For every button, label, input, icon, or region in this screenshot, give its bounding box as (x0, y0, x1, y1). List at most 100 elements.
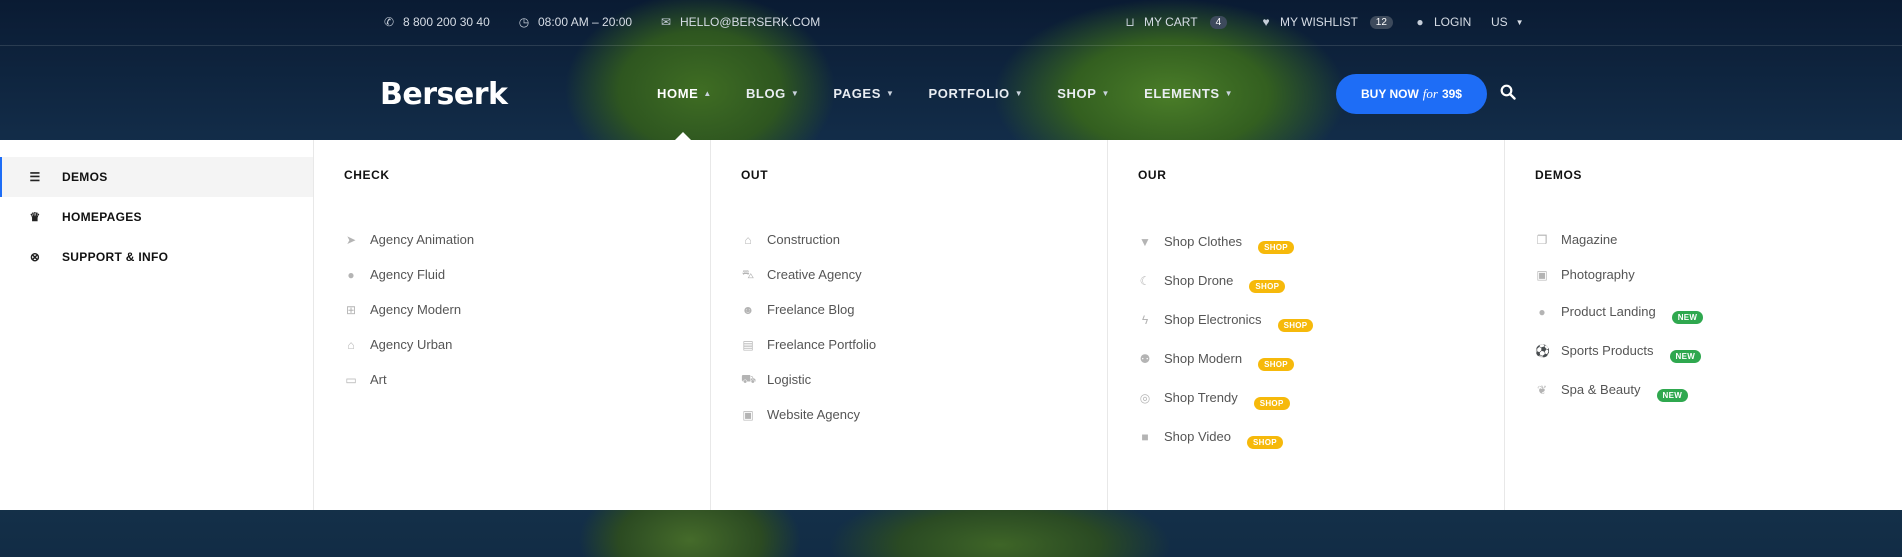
menu-link-shop-drone[interactable]: ☾ Shop Drone SHOP (1138, 261, 1504, 300)
chevron-down-icon: ▼ (1515, 17, 1524, 27)
car-icon: ⛍ (741, 266, 755, 281)
link-label: Magazine (1561, 232, 1618, 247)
clock-icon: ◷ (518, 15, 530, 29)
shop-badge: SHOP (1258, 241, 1294, 254)
main-nav: HOME ▲ BLOG ▼ PAGES ▼ PORTFOLIO ▼ SHOP ▼… (657, 86, 1267, 101)
phone-number: 8 800 200 30 40 (403, 15, 490, 29)
list-icon: ☰ (29, 170, 41, 184)
gift-icon: ⊞ (345, 302, 357, 317)
chevron-down-icon: ▼ (1014, 89, 1024, 98)
users-icon: ☻ (741, 302, 755, 317)
sidebar-item-label: HOMEPAGES (62, 210, 142, 224)
chevron-down-icon: ▼ (790, 89, 800, 98)
login-label: LOGIN (1434, 15, 1472, 29)
menu-link-creative-agency[interactable]: ⛍ Creative Agency (741, 257, 1107, 292)
link-label: Agency Fluid (370, 267, 446, 282)
menu-link-agency-fluid[interactable]: ● Agency Fluid (344, 257, 710, 292)
buy-now-for: for (1422, 86, 1438, 101)
link-label: Shop Video (1164, 429, 1231, 444)
search-icon[interactable] (1500, 84, 1516, 105)
shop-badge: SHOP (1247, 436, 1283, 449)
phone-contact[interactable]: ✆ 8 800 200 30 40 (383, 15, 490, 29)
leaf-icon: ❦ (1536, 382, 1548, 397)
menu-link-shop-trendy[interactable]: ◎ Shop Trendy SHOP (1138, 378, 1504, 417)
menu-link-agency-modern[interactable]: ⊞ Agency Modern (344, 292, 710, 327)
menu-link-freelance-blog[interactable]: ☻ Freelance Blog (741, 292, 1107, 327)
menu-column-out: OUT ⌂ Construction ⛍ Creative Agency ☻ Free… (711, 140, 1108, 510)
link-label: Art (370, 372, 387, 387)
link-label: Photography (1561, 267, 1635, 282)
link-label: Spa & Beauty (1561, 382, 1641, 397)
email-contact[interactable]: ✉ HELLO@BERSERK.COM (660, 15, 820, 29)
sidebar-item-homepages[interactable]: ♛ HOMEPAGES (0, 197, 313, 237)
menu-column-demos: DEMOS ❐ Magazine ▣ Photography ● Product La… (1505, 140, 1902, 510)
link-label: Shop Clothes (1164, 234, 1243, 249)
nav-portfolio[interactable]: PORTFOLIO ▼ (929, 86, 1024, 101)
login-link[interactable]: ● LOGIN (1414, 15, 1471, 29)
heart-icon: ♥ (1262, 15, 1270, 29)
menu-link-product-landing[interactable]: ● Product Landing NEW (1535, 292, 1902, 331)
nav-elements[interactable]: ELEMENTS ▼ (1144, 86, 1233, 101)
menu-link-freelance-portfolio[interactable]: ▤ Freelance Portfolio (741, 327, 1107, 362)
link-label: Shop Drone (1164, 273, 1234, 288)
wishlist-label: MY WISHLIST (1280, 15, 1358, 29)
nav-blog-label: BLOG (745, 86, 786, 101)
link-label: Agency Modern (370, 302, 462, 317)
nav-pages[interactable]: PAGES ▼ (833, 86, 894, 101)
menu-link-shop-modern[interactable]: ⚉ Shop Modern SHOP (1138, 339, 1504, 378)
menu-link-photography[interactable]: ▣ Photography (1535, 257, 1902, 292)
nav-shop[interactable]: SHOP ▼ (1057, 86, 1110, 101)
wishlist-link[interactable]: ♥ MY WISHLIST 12 (1260, 15, 1393, 29)
site-logo[interactable]: Berserk (380, 77, 508, 112)
nav-home[interactable]: HOME ▲ (657, 86, 712, 101)
menu-link-spa-beauty[interactable]: ❦ Spa & Beauty NEW (1535, 370, 1902, 409)
user-icon: ● (1416, 15, 1424, 29)
menu-link-magazine[interactable]: ❐ Magazine (1535, 222, 1902, 257)
chevron-down-icon: ▼ (1101, 89, 1111, 98)
link-label: Freelance Blog (767, 302, 855, 317)
hours-text: 08:00 AM – 20:00 (538, 15, 633, 29)
column-heading: DEMOS (1535, 168, 1583, 182)
menu-link-sports-products[interactable]: ⚽ Sports Products NEW (1535, 331, 1902, 370)
mega-menu: ☰ DEMOS ♛ HOMEPAGES ⊗ SUPPORT & INFO CHE… (0, 140, 1902, 510)
language-selector[interactable]: US ▼ (1491, 15, 1524, 29)
opening-hours: ◷ 08:00 AM – 20:00 (518, 15, 632, 29)
basket-icon: ⊔ (1125, 15, 1135, 29)
document-icon: ▤ (742, 337, 754, 352)
nav-blog[interactable]: BLOG ▼ (746, 86, 799, 101)
cart-count-badge: 4 (1209, 15, 1228, 29)
link-label: Freelance Portfolio (767, 337, 877, 352)
cart-link[interactable]: ⊔ MY CART 4 (1124, 15, 1228, 29)
link-label: Agency Animation (370, 232, 475, 247)
wishlist-count-badge: 12 (1369, 15, 1393, 29)
language-value: US (1491, 15, 1508, 29)
menu-link-art[interactable]: ▭ Art (344, 362, 710, 397)
sidebar-item-label: SUPPORT & INFO (62, 250, 169, 264)
moon-icon: ☾ (1139, 273, 1151, 288)
sidebar-item-support[interactable]: ⊗ SUPPORT & INFO (0, 237, 313, 277)
menu-link-logistic[interactable]: ⛟ Logistic (741, 362, 1107, 397)
sidebar-item-demos[interactable]: ☰ DEMOS (0, 157, 313, 197)
menu-link-agency-animation[interactable]: ➤ Agency Animation (344, 222, 710, 257)
menu-link-shop-clothes[interactable]: ▼ Shop Clothes SHOP (1138, 222, 1504, 261)
menu-link-construction[interactable]: ⌂ Construction (741, 222, 1107, 257)
link-label: Website Agency (767, 407, 860, 422)
cart-label: MY CART (1144, 15, 1198, 29)
menu-link-shop-electronics[interactable]: ϟ Shop Electronics SHOP (1138, 300, 1504, 339)
video-camera-icon: ■ (1141, 429, 1149, 444)
chevron-up-icon: ▲ (703, 89, 712, 98)
link-label: Sports Products (1561, 343, 1654, 358)
menu-link-shop-video[interactable]: ■ Shop Video SHOP (1138, 417, 1504, 456)
top-bar: ✆ 8 800 200 30 40 ◷ 08:00 AM – 20:00 ✉ H… (0, 0, 1902, 46)
droplet-icon: ● (347, 267, 355, 282)
link-label: Shop Modern (1164, 351, 1243, 366)
product-icon: ● (1538, 304, 1546, 319)
column-heading: CHECK (344, 168, 390, 182)
buy-now-button[interactable]: BUY NOW for 39$ (1336, 74, 1487, 114)
new-badge: NEW (1669, 350, 1702, 363)
chevron-down-icon: ▼ (1224, 89, 1234, 98)
nav-portfolio-label: PORTFOLIO (928, 86, 1010, 101)
menu-link-website-agency[interactable]: ▣ Website Agency (741, 397, 1107, 432)
menu-link-agency-urban[interactable]: ⌂ Agency Urban (344, 327, 710, 362)
column-heading: OUR (1138, 168, 1167, 182)
